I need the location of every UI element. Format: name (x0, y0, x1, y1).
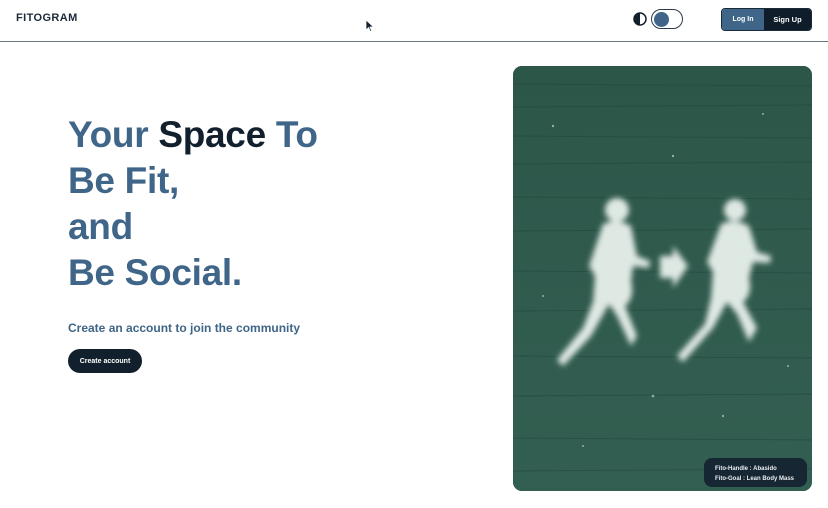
signup-button[interactable]: Sign Up (764, 9, 811, 30)
contrast-icon[interactable] (633, 12, 647, 26)
fito-goal-text: Fito-Goal : Lean Body Mass (715, 476, 795, 482)
hero-word-your: Your (68, 114, 149, 155)
hero-line-4: Be Social. (68, 252, 242, 293)
toggle-knob (654, 11, 669, 27)
hero-line-1: Your Space To (68, 112, 398, 158)
hero-heading: Your Space To Be Fit, and Be Social. (68, 112, 398, 296)
hero-line-2: Be Fit, (68, 160, 179, 201)
theme-toggle[interactable] (651, 9, 683, 29)
auth-button-group: Log In Sign Up (721, 8, 812, 31)
profile-caption: Fito-Handle : Abasido Fito-Goal : Lean B… (704, 458, 807, 487)
login-button[interactable]: Log In (722, 9, 764, 30)
runners-stencil-illustration (513, 66, 812, 491)
hero-subtitle: Create an account to join the community (68, 321, 301, 335)
hero-word-to: To (275, 114, 318, 155)
top-navbar: FITOGRAM Log In Sign Up (0, 0, 828, 42)
brand-logo[interactable]: FITOGRAM (16, 12, 78, 24)
runners-photo (513, 66, 812, 491)
hero-line-3: and (68, 206, 133, 247)
mouse-cursor-icon (365, 19, 375, 33)
hero-word-space: Space (158, 114, 266, 155)
create-account-button[interactable]: Create account (68, 349, 142, 373)
fito-handle-text: Fito-Handle : Abasido (715, 466, 777, 472)
